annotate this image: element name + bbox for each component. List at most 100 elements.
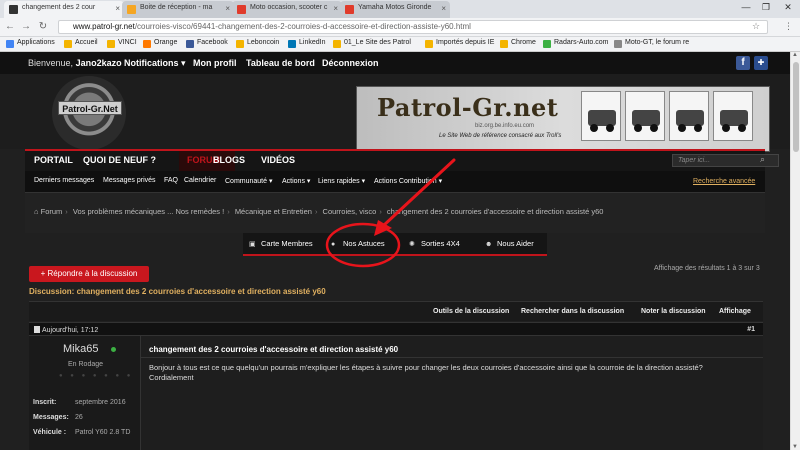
bookmark-radars[interactable]: Radars-Auto.com xyxy=(543,39,608,48)
welcome-label: Bienvenue, xyxy=(28,58,74,68)
thread-title: Discussion: changement des 2 courroies d… xyxy=(29,287,326,296)
breadcrumb-item[interactable]: Mécanique et Entretien xyxy=(235,207,312,216)
bookmark-label: Facebook xyxy=(197,39,228,46)
scroll-up-icon[interactable]: ▲ xyxy=(792,52,798,58)
close-icon[interactable]: × xyxy=(115,4,120,13)
display-mode-menu[interactable]: Affichage xyxy=(719,308,751,315)
bookmark-star-icon[interactable]: ☆ xyxy=(752,21,760,32)
post-text-line: Cordialement xyxy=(149,373,194,382)
bookmark-label: Accueil xyxy=(75,39,98,46)
browser-tab-active[interactable]: changement des 2 cour × xyxy=(4,1,124,18)
bookmark-applications[interactable]: Applications xyxy=(6,39,55,48)
browser-tab[interactable]: Moto occasion, scooter c × xyxy=(232,1,342,18)
tab-nous-aider[interactable]: ☻ Nous Aider xyxy=(485,239,534,248)
back-button[interactable]: ← xyxy=(4,21,16,33)
stat-label: Messages: xyxy=(33,414,69,421)
browser-tab[interactable]: Boite de réception - ma × xyxy=(122,1,234,18)
reply-button[interactable]: + Répondre à la discussion xyxy=(29,266,149,282)
my-profile-link[interactable]: Mon profil xyxy=(193,58,237,68)
search-thread-menu[interactable]: Rechercher dans la discussion xyxy=(521,308,624,315)
bookmark-facebook[interactable]: Facebook xyxy=(186,39,228,48)
site-banner[interactable]: Patrol-Gr.net biz.org.be.info.eu.com Le … xyxy=(356,86,770,152)
welcome-text: Bienvenue, Jano2kazo xyxy=(28,58,122,68)
tab-nos-astuces[interactable]: ● Nos Astuces xyxy=(331,239,385,248)
screen: changement des 2 cour × Boite de récepti… xyxy=(0,0,800,450)
bookmark-label: Leboncoin xyxy=(247,39,280,46)
dashboard-link[interactable]: Tableau de bord xyxy=(246,58,315,68)
close-icon[interactable]: × xyxy=(441,4,446,13)
rate-thread-menu[interactable]: Noter la discussion xyxy=(641,308,706,315)
current-user-link[interactable]: Jano2kazo xyxy=(76,58,122,68)
subnav-latest-posts[interactable]: Derniers messages xyxy=(34,177,94,184)
car-image-icon xyxy=(669,91,709,141)
tab-videos[interactable]: VIDÉOS xyxy=(261,155,295,165)
logout-link[interactable]: Déconnexion xyxy=(322,58,379,68)
post-date: Aujourd'hui, 17:12 xyxy=(34,326,98,334)
close-window-button[interactable]: ✕ xyxy=(778,0,798,16)
scroll-down-icon[interactable]: ▼ xyxy=(792,444,798,450)
browser-tab-label: changement des 2 cour xyxy=(22,4,96,11)
bookmark-patrol[interactable]: 01_Le Site des Patrol xyxy=(333,39,411,48)
breadcrumb: ⌂ Forum › Vos problèmes mécaniques ... No… xyxy=(25,193,765,233)
post-title: changement des 2 courroies d'accessoire … xyxy=(149,345,399,354)
subnav-quick-links[interactable]: Liens rapides ▾ xyxy=(318,177,365,185)
close-icon[interactable]: × xyxy=(333,4,338,13)
car-image-icon xyxy=(713,91,753,141)
subnav-community[interactable]: Communauté ▾ xyxy=(225,177,272,185)
facebook-icon[interactable]: f xyxy=(736,56,750,70)
discussion-label: Discussion: xyxy=(29,287,75,296)
thread-tools-bar: Outils de la discussion Rechercher dans … xyxy=(29,301,763,321)
tab-sorties-4x4[interactable]: ✺ Sorties 4X4 xyxy=(409,239,460,248)
page-scrollbar[interactable]: ▲ ▼ xyxy=(790,52,800,450)
scrollbar-thumb[interactable] xyxy=(793,62,799,152)
subnav-calendar[interactable]: Calendrier xyxy=(184,177,216,184)
tab-carte-membres[interactable]: ▣ Carte Membres xyxy=(249,239,313,248)
stat-value: septembre 2016 xyxy=(75,399,126,406)
user-rank: En Rodage xyxy=(68,361,104,368)
notifications-menu[interactable]: Notifications ▾ xyxy=(124,58,186,69)
browser-tab[interactable]: Yamaha Motos Gironde × xyxy=(340,1,450,18)
folder-icon xyxy=(500,40,508,48)
thread-tools-menu[interactable]: Outils de la discussion xyxy=(433,308,509,315)
car-image-icon xyxy=(581,91,621,141)
bookmark-accueil[interactable]: Accueil xyxy=(64,39,98,48)
breadcrumb-item[interactable]: Vos problèmes mécaniques ... Nos remèdes… xyxy=(73,207,224,216)
minimize-button[interactable]: — xyxy=(736,0,756,16)
bookmark-vinci[interactable]: VINCI xyxy=(107,39,137,48)
breadcrumb-trail: ⌂ Forum › Vos problèmes mécaniques ... No… xyxy=(34,207,604,216)
tab-portail[interactable]: PORTAIL xyxy=(34,155,73,165)
user-stat-joined: Inscrit: septembre 2016 xyxy=(33,399,126,406)
site-header: Patrol-Gr.Net Patrol-Gr.net biz.org.be.i… xyxy=(0,74,790,152)
bookmark-imported[interactable]: Importés depuis IE xyxy=(425,39,494,48)
bookmark-motogt[interactable]: Moto-GT, le forum re xyxy=(614,39,689,48)
reload-button[interactable]: ↻ xyxy=(37,21,49,33)
bookmark-orange[interactable]: Orange xyxy=(143,39,177,48)
subnav-private-messages[interactable]: Messages privés xyxy=(103,177,156,184)
bookmark-leboncoin[interactable]: Leboncoin xyxy=(236,39,280,48)
advanced-search-link[interactable]: Recherche avancée xyxy=(693,178,755,185)
main-navbar: PORTAIL QUOI DE NEUF ? FORUM BLOGS VIDÉO… xyxy=(25,149,779,171)
home-icon[interactable]: ⌂ xyxy=(34,207,39,216)
url-input[interactable]: www.patrol-gr.net/courroies-visco/69441-… xyxy=(58,20,768,34)
subnav-actions[interactable]: Actions ▾ xyxy=(282,177,310,185)
subnav-contribution-actions[interactable]: Actions Contribution ▾ xyxy=(374,177,442,185)
breadcrumb-item[interactable]: Courroies, visco xyxy=(323,207,377,216)
subnav-faq[interactable]: FAQ xyxy=(164,177,178,184)
browser-menu-icon[interactable]: ⋮ xyxy=(784,21,793,32)
pin-icon: ● xyxy=(331,241,336,248)
tab-blogs[interactable]: BLOGS xyxy=(213,155,245,165)
search-icon[interactable]: ⌕ xyxy=(760,154,765,165)
web-page: Bienvenue, Jano2kazo Notifications ▾ Mon… xyxy=(0,52,790,450)
breadcrumb-item[interactable]: Forum xyxy=(41,207,63,216)
forward-button[interactable]: → xyxy=(20,21,32,33)
bookmark-linkedin[interactable]: LinkedIn xyxy=(288,39,325,48)
tab-quoi-de-neuf[interactable]: QUOI DE NEUF ? xyxy=(83,155,156,165)
post-number[interactable]: #1 xyxy=(747,326,755,333)
car-image-icon xyxy=(625,91,665,141)
maximize-button[interactable]: ❐ xyxy=(756,0,776,16)
bookmark-chrome[interactable]: Chrome xyxy=(500,39,536,48)
flag-icon[interactable]: ✚ xyxy=(754,56,768,70)
mail-favicon-icon xyxy=(127,5,136,14)
close-icon[interactable]: × xyxy=(225,4,230,13)
post-author-name[interactable]: Mika65 xyxy=(63,343,98,355)
